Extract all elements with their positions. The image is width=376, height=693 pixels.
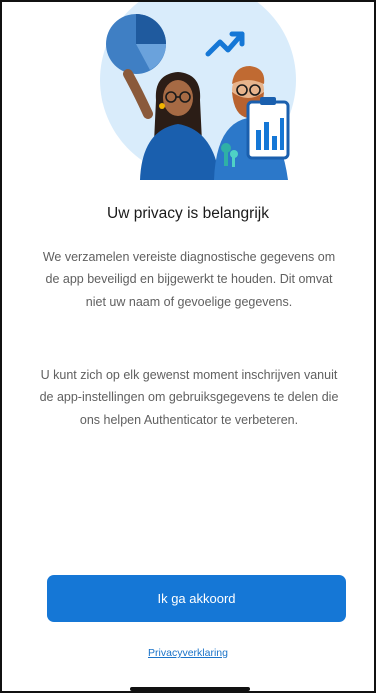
usage-data-text: U kunt zich op elk gewenst moment inschr… — [39, 368, 339, 427]
clipboard-chart-icon — [246, 97, 290, 160]
privacy-illustration-icon — [100, 2, 296, 180]
diagnostic-data-text: We verzamelen vereiste diagnostische geg… — [42, 250, 336, 309]
pie-chart-icon — [106, 14, 166, 74]
agree-button[interactable]: Ik ga akkoord — [47, 575, 346, 622]
home-indicator[interactable] — [130, 687, 250, 691]
phone-screen: Uw privacy is belangrijk We verzamelen v… — [0, 0, 376, 693]
page-title: Uw privacy is belangrijk — [107, 205, 269, 222]
privacy-statement-link[interactable]: Privacyverklaring — [2, 647, 374, 659]
